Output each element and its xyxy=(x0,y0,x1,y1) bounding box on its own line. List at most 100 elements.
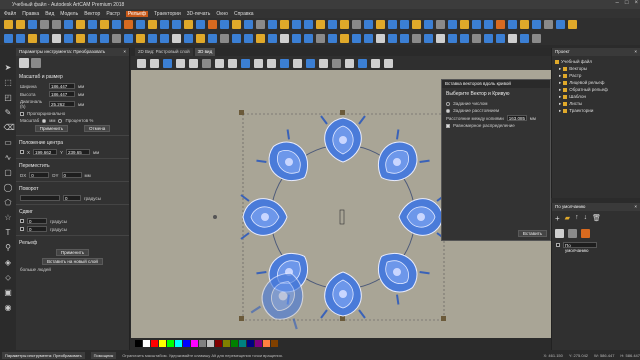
add-icon[interactable]: + xyxy=(555,214,560,223)
palette-swatch[interactable] xyxy=(231,339,238,347)
relief-tool-icon[interactable] xyxy=(520,20,529,29)
brush-icon[interactable]: ⬦ xyxy=(4,273,13,282)
move-up-icon[interactable]: ↑ xyxy=(575,214,579,223)
vector-tool-icon[interactable] xyxy=(208,33,217,43)
relief-tool-icon[interactable] xyxy=(340,20,349,29)
view-tool-icon[interactable] xyxy=(358,58,367,68)
palette-swatch[interactable] xyxy=(159,339,166,347)
menu-model[interactable]: Модель xyxy=(60,11,78,17)
palette-swatch[interactable] xyxy=(215,339,222,347)
undo-icon[interactable] xyxy=(40,20,49,29)
redo-icon[interactable] xyxy=(52,20,61,29)
defaults-close-icon[interactable]: × xyxy=(634,204,637,210)
open-file-icon[interactable] xyxy=(16,20,25,29)
vector-tool-icon[interactable] xyxy=(232,33,241,43)
vector-tool-icon[interactable] xyxy=(328,33,337,43)
apply-button[interactable]: Применить xyxy=(34,125,69,132)
move-down-icon[interactable]: ↓ xyxy=(584,214,588,223)
option-by-number-radio[interactable] xyxy=(446,101,450,106)
palette-swatch[interactable] xyxy=(175,339,182,347)
selection-handle[interactable] xyxy=(340,110,345,115)
selection-handle[interactable] xyxy=(441,316,446,321)
relief-tool-icon[interactable] xyxy=(376,20,385,29)
relief-tool-icon[interactable] xyxy=(184,20,193,29)
vector-tool-icon[interactable] xyxy=(508,33,517,43)
palette-swatch[interactable] xyxy=(151,339,158,347)
vector-tool-icon[interactable] xyxy=(172,33,181,43)
view-left-icon[interactable] xyxy=(176,58,185,68)
relief-tool-icon[interactable] xyxy=(100,20,109,29)
project-close-icon[interactable]: × xyxy=(634,49,637,55)
relief-tool-icon[interactable] xyxy=(244,20,253,29)
ornament-top-left[interactable] xyxy=(255,128,322,195)
ornament-bottom-right[interactable] xyxy=(364,239,431,306)
vector-tool-icon[interactable] xyxy=(304,33,313,43)
vector-tool-icon[interactable] xyxy=(316,33,325,43)
relief-tool-icon[interactable] xyxy=(412,20,421,29)
vector-tool-icon[interactable] xyxy=(496,33,505,43)
scale-mm-radio[interactable] xyxy=(42,118,47,123)
layer-icon[interactable] xyxy=(581,229,590,238)
tree-item-toolpaths[interactable]: ▸ Траектории xyxy=(555,107,637,114)
vector-tool-icon[interactable] xyxy=(160,33,169,43)
defaults-checkbox[interactable] xyxy=(556,243,560,247)
cancel-button[interactable]: Отмена xyxy=(84,125,111,132)
view-tool-icon[interactable] xyxy=(267,58,276,68)
view-tool-icon[interactable] xyxy=(241,58,250,68)
expand-icon[interactable]: ▸ xyxy=(559,107,561,114)
shear-y-field[interactable]: 0 xyxy=(27,226,47,232)
ornament-top[interactable] xyxy=(320,115,366,163)
new-file-icon[interactable] xyxy=(4,20,13,29)
vector-tool-icon[interactable] xyxy=(112,33,121,43)
relief-tool-icon[interactable] xyxy=(436,20,445,29)
vector-tool-icon[interactable] xyxy=(448,33,457,43)
layer-icon[interactable] xyxy=(568,229,577,238)
pen-icon[interactable]: ✎ xyxy=(4,108,13,117)
ornament-left[interactable] xyxy=(240,194,288,240)
ornament-bottom[interactable] xyxy=(320,271,366,319)
rectangle-icon[interactable]: ▢ xyxy=(4,168,13,177)
tree-item-template[interactable]: ▸ Шаблон xyxy=(555,93,637,100)
palette-swatch[interactable] xyxy=(183,339,190,347)
vector-tool-icon[interactable] xyxy=(484,33,493,43)
shear-x-field[interactable]: 0 xyxy=(27,218,47,224)
maximize-icon[interactable]: □ xyxy=(625,0,629,6)
relief-tool-icon[interactable] xyxy=(532,20,541,29)
tree-item-root[interactable]: Учебный файл xyxy=(555,58,637,65)
tree-item-sheets[interactable]: ▸ Листы xyxy=(555,100,637,107)
vector-tool-icon[interactable] xyxy=(424,33,433,43)
menu-toolpaths[interactable]: Траектории xyxy=(154,11,181,17)
menu-relief[interactable]: Рельеф xyxy=(125,10,149,17)
relief-tool-icon[interactable] xyxy=(472,20,481,29)
relief-tool-icon[interactable] xyxy=(328,20,337,29)
vector-tool-icon[interactable] xyxy=(244,33,253,43)
menu-window[interactable]: Окно xyxy=(216,11,228,17)
vector-tool-icon[interactable] xyxy=(148,33,157,43)
polygon-icon[interactable]: ⬠ xyxy=(4,198,13,207)
node-edit-icon[interactable]: ⬚ xyxy=(4,78,13,87)
relief-tool-icon[interactable] xyxy=(460,20,469,29)
view-tool-icon[interactable] xyxy=(228,58,237,68)
center-x-field[interactable]: 199.662 xyxy=(33,149,58,155)
relief-tool-icon[interactable] xyxy=(508,20,517,29)
vector-tool-icon[interactable] xyxy=(184,33,193,43)
relief-brush-icon[interactable]: ▣ xyxy=(4,288,13,297)
relief-tool-icon[interactable] xyxy=(280,20,289,29)
vector-tool-icon[interactable] xyxy=(64,33,73,43)
menu-help[interactable]: Справка xyxy=(234,11,254,17)
palette-swatch[interactable] xyxy=(271,339,278,347)
relief-tool-icon[interactable] xyxy=(448,20,457,29)
palette-swatch[interactable] xyxy=(247,339,254,347)
minimize-icon[interactable]: – xyxy=(616,0,619,6)
center-y-field[interactable]: 239.65 xyxy=(66,149,91,155)
expand-icon[interactable]: ▸ xyxy=(559,93,561,100)
status-tab-params[interactable]: Параметры инструмента: Преобразовать xyxy=(2,351,85,359)
view-tool-icon[interactable] xyxy=(371,58,380,68)
vector-tool-icon[interactable] xyxy=(460,33,469,43)
relief-tool-icon[interactable] xyxy=(196,20,205,29)
panel-close-icon[interactable]: × xyxy=(123,49,126,55)
palette-swatch[interactable] xyxy=(207,339,214,347)
vector-tool-icon[interactable] xyxy=(532,33,541,43)
dropper-icon[interactable]: ⚲ xyxy=(4,243,13,252)
palette-swatch[interactable] xyxy=(199,339,206,347)
